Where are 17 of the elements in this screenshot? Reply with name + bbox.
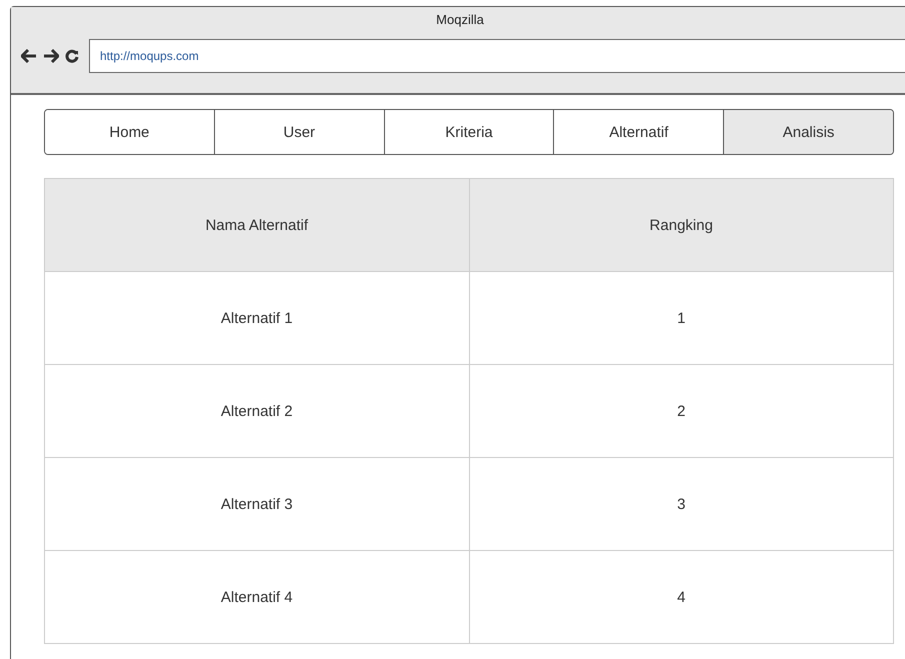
window-title: Moqzilla <box>435 11 485 29</box>
table-cell: Alternatif 3 <box>45 458 470 550</box>
table-cell: Alternatif 1 <box>45 272 470 364</box>
address-field[interactable]: http://moqups.com <box>89 39 905 73</box>
nav-tab[interactable]: Analisis <box>724 110 893 154</box>
column-header: Rangking <box>648 216 714 236</box>
reload-icon[interactable] <box>65 49 79 63</box>
table-cell-text: 1 <box>676 308 686 328</box>
back-arrow-icon[interactable] <box>21 49 37 63</box>
table-cell: Alternatif 2 <box>45 365 470 457</box>
table-cell: Alternatif 4 <box>45 551 470 643</box>
table-cell-text: 4 <box>676 588 686 608</box>
table-cell-text: 2 <box>676 402 686 422</box>
forward-arrow-icon[interactable] <box>43 49 59 63</box>
column-header: Nama Alternatif <box>45 179 470 271</box>
nav-tab[interactable]: Home <box>45 110 215 154</box>
table-cell-text: 3 <box>676 494 686 514</box>
